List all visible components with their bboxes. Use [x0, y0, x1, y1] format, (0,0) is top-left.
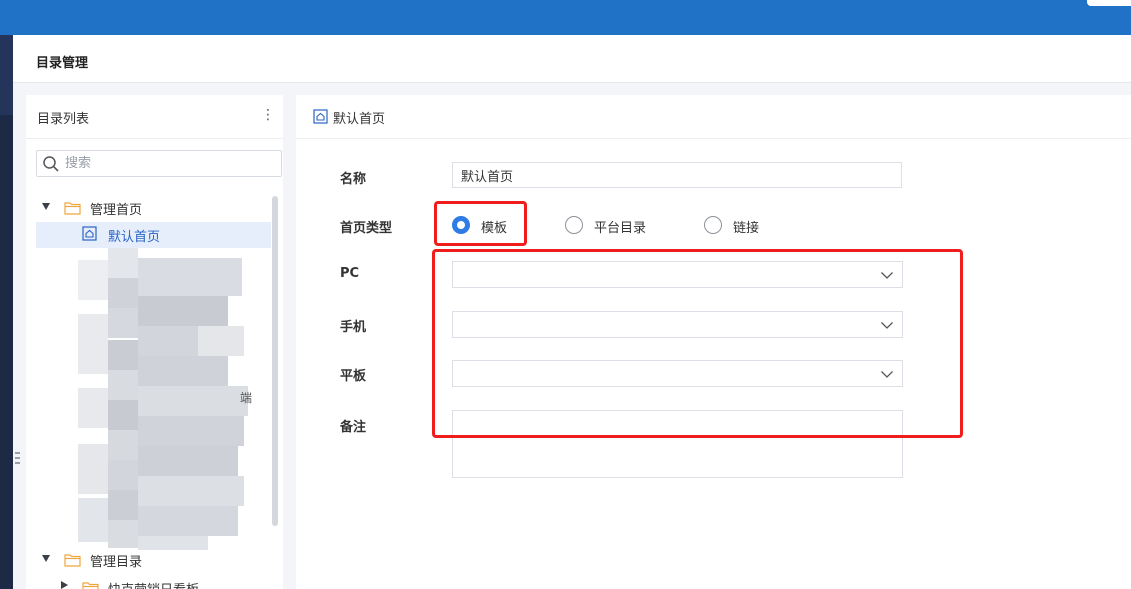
page-header: 目录管理 [13, 35, 1131, 83]
name-input[interactable] [452, 162, 902, 188]
kebab-icon[interactable]: ⋮ [261, 107, 275, 123]
search-box[interactable] [36, 150, 282, 177]
name-label: 名称 [340, 172, 367, 187]
mobile-label: 手机 [340, 320, 367, 335]
radio-dot[interactable] [704, 216, 722, 234]
pc-label: PC [340, 266, 360, 281]
radio-label: 模板 [481, 221, 508, 236]
remark-textarea[interactable] [452, 410, 903, 478]
detail-header: 默认首页 [296, 95, 1131, 139]
tablet-label: 平板 [340, 369, 367, 384]
directory-list-title: 目录列表 [37, 112, 90, 127]
top-bar [0, 0, 1131, 35]
chevron-down-icon [881, 371, 893, 378]
radio-label: 平台目录 [594, 221, 647, 236]
left-nav-strip [0, 35, 13, 589]
tree-item-manage-directory[interactable]: 管理目录 [36, 547, 271, 573]
folder-icon [64, 202, 81, 215]
directory-list-header: 目录列表 ⋮ [26, 95, 283, 139]
folder-icon [82, 582, 99, 589]
obscured-trailing-text: 端 [240, 391, 253, 405]
radio-label: 链接 [733, 221, 760, 236]
home-icon [82, 226, 97, 241]
top-bar-corner [1087, 0, 1131, 6]
caret-down-icon[interactable] [42, 555, 50, 562]
mobile-select[interactable] [452, 311, 903, 338]
left-nav-active [0, 35, 13, 115]
home-type-label: 首页类型 [340, 221, 393, 236]
detail-title: 默认首页 [333, 112, 386, 127]
pc-select[interactable] [452, 261, 903, 288]
page-title: 目录管理 [36, 56, 89, 71]
tree-item-manage-home[interactable]: 管理首页 [36, 195, 271, 221]
tree-item-label: 管理首页 [90, 203, 143, 218]
caret-right-icon[interactable] [61, 581, 68, 589]
radio-platform-directory[interactable]: 平台目录 [565, 215, 655, 236]
tree-item-label: 快克营销日看板 [108, 579, 199, 589]
tablet-select[interactable] [452, 360, 903, 387]
chevron-down-icon [881, 272, 893, 279]
search-icon [43, 156, 59, 172]
tree-item-label: 管理目录 [90, 555, 143, 570]
remark-label: 备注 [340, 420, 367, 435]
directory-list-panel: 目录列表 ⋮ 管理首页 默认首页 [26, 95, 283, 589]
tree-item-label: 默认首页 [108, 230, 161, 245]
caret-down-icon[interactable] [42, 203, 50, 210]
tree-scrollbar[interactable] [272, 196, 278, 526]
tree-item-sales-board[interactable]: 快克营销日看板 [36, 575, 271, 589]
folder-icon [64, 554, 81, 567]
chevron-down-icon [881, 322, 893, 329]
radio-dot[interactable] [452, 216, 470, 234]
home-icon [313, 109, 328, 124]
radio-template[interactable]: 模板 [452, 215, 522, 236]
search-input[interactable] [65, 154, 275, 173]
radio-dot[interactable] [565, 216, 583, 234]
obscured-tree-items [78, 248, 248, 550]
resize-handle-left[interactable] [15, 452, 20, 466]
radio-link[interactable]: 链接 [704, 215, 774, 236]
tree-item-default-home[interactable]: 默认首页 [36, 222, 271, 248]
